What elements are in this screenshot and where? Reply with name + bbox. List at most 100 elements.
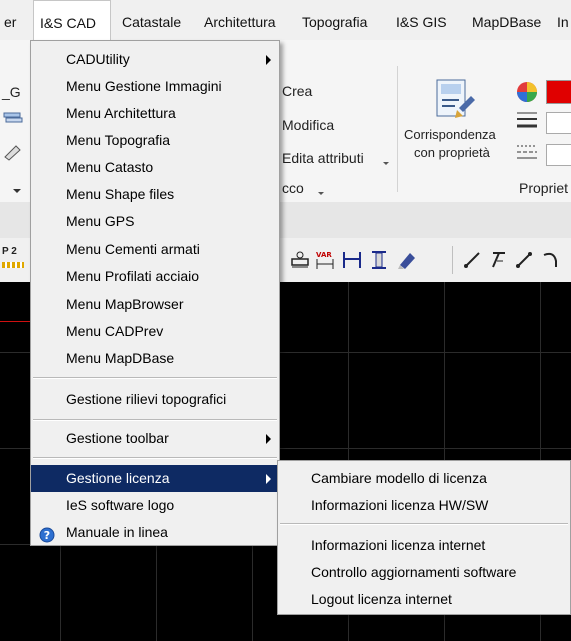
linear-dimension-icon[interactable] [341, 249, 363, 271]
var-label: VAR [316, 251, 332, 259]
menu-bar: er I&S CAD Catastale Architettura Topogr… [0, 0, 571, 41]
submenu-arrow-icon [266, 434, 271, 444]
variable-dimension-icon[interactable]: VAR [314, 249, 336, 271]
menu-item-manuale-in-linea[interactable]: ? Manuale in linea [31, 519, 279, 546]
layer-stack-icon[interactable] [2, 110, 26, 128]
vertical-dimension-icon[interactable] [368, 249, 390, 271]
ribbon-left-label: _G [2, 84, 21, 100]
menubar-item-next[interactable]: In [557, 0, 569, 40]
color-wheel-icon[interactable] [515, 80, 539, 104]
menu-item-label: Menu Shape files [66, 186, 175, 202]
toolbar-left-label: P 2 [2, 246, 17, 257]
submenu-item-label: Logout licenza internet [311, 591, 452, 607]
linetype-field[interactable] [546, 144, 571, 166]
edit-dimension-icon[interactable] [396, 249, 418, 271]
submenu-item-controllo-aggiornamenti[interactable]: Controllo aggiornamenti software [278, 559, 570, 586]
menu-item-profilati-acciaio[interactable]: Menu Profilati acciaio [31, 263, 279, 290]
menu-item-ies-software-logo[interactable]: IeS software logo [31, 492, 279, 519]
menu-item-label: Gestione toolbar [66, 430, 169, 446]
menu-item-label: Menu MapDBase [66, 350, 175, 366]
menubar-item-mapdbase[interactable]: MapDBase [472, 0, 541, 40]
menu-item-gps[interactable]: Menu GPS [31, 208, 279, 235]
menubar-item-topografia[interactable]: Topografia [302, 0, 367, 40]
layer-edit-icon[interactable] [2, 143, 26, 161]
lineweight-icon[interactable] [515, 110, 539, 130]
menu-item-label: IeS software logo [66, 497, 175, 513]
color-swatch[interactable] [546, 80, 571, 104]
menu-item-label: Gestione rilievi topografici [66, 391, 227, 407]
menu-item-label: Menu Topografia [66, 132, 171, 148]
menu-item-architettura[interactable]: Menu Architettura [31, 100, 279, 127]
svg-text:?: ? [44, 529, 50, 542]
submenu-item-label: Cambiare modello di licenza [311, 470, 487, 486]
submenu-item-label: Controllo aggiornamenti software [311, 564, 517, 580]
ribbon-modify-label[interactable]: Modifica [282, 117, 334, 133]
red-axis-line [0, 321, 30, 322]
menu-separator [33, 457, 277, 459]
menu-item-label: Menu Cementi armati [66, 241, 200, 257]
submenu-item-cambiare-modello[interactable]: Cambiare modello di licenza [278, 465, 570, 492]
menubar-item-ies-gis[interactable]: I&S GIS [396, 0, 447, 40]
menu-item-label: Menu Architettura [66, 105, 176, 121]
ies-cad-dropdown-menu: CADUtility Menu Gestione Immagini Menu A… [30, 40, 280, 546]
menu-separator [33, 419, 277, 421]
chevron-down-icon[interactable] [316, 185, 326, 195]
menu-item-gestione-toolbar[interactable]: Gestione toolbar [31, 425, 279, 452]
submenu-item-info-hw-sw[interactable]: Informazioni licenza HW/SW [278, 492, 570, 519]
menu-item-topografia[interactable]: Menu Topografia [31, 127, 279, 154]
menubar-item-prev[interactable]: er [4, 0, 16, 40]
leader-text-icon[interactable] [487, 249, 509, 271]
submenu-separator [280, 523, 568, 525]
menu-item-label: Manuale in linea [66, 524, 168, 540]
menu-item-label: Menu Profilati acciaio [66, 268, 200, 284]
menubar-item-catastale[interactable]: Catastale [122, 0, 181, 40]
menu-item-label: Menu Gestione Immagini [66, 78, 222, 94]
menu-item-label: Menu GPS [66, 213, 135, 229]
licenza-submenu: Cambiare modello di licenza Informazioni… [277, 460, 571, 615]
menu-item-mapdbase[interactable]: Menu MapDBase [31, 345, 279, 372]
menu-item-gestione-licenza[interactable]: Gestione licenza [31, 465, 279, 492]
menu-item-cementi-armati[interactable]: Menu Cementi armati [31, 236, 279, 263]
menu-item-gestione-immagini[interactable]: Menu Gestione Immagini [31, 73, 279, 100]
menu-separator [33, 377, 277, 379]
leader-icon[interactable] [461, 249, 483, 271]
chevron-down-icon[interactable] [381, 155, 391, 165]
submenu-item-logout[interactable]: Logout licenza internet [278, 586, 570, 613]
menubar-item-ies-cad-label: I&S CAD [40, 15, 97, 31]
match-properties-icon[interactable] [433, 78, 479, 124]
arrow-leader-icon[interactable] [513, 249, 535, 271]
curved-leader-icon[interactable] [540, 249, 562, 271]
menu-item-gestione-rilievi[interactable]: Gestione rilievi topografici [31, 386, 279, 413]
submenu-arrow-icon [266, 474, 271, 484]
menubar-item-ies-cad[interactable]: I&S CAD [33, 0, 111, 40]
menu-item-catasto[interactable]: Menu Catasto [31, 154, 279, 181]
menu-item-label: Gestione licenza [66, 470, 170, 486]
submenu-item-info-internet[interactable]: Informazioni licenza internet [278, 532, 570, 559]
menu-item-shape-files[interactable]: Menu Shape files [31, 181, 279, 208]
match-properties-label-line1[interactable]: Corrispondenza [404, 127, 496, 142]
submenu-item-label: Informazioni licenza HW/SW [311, 497, 489, 513]
ribbon-create-label[interactable]: Crea [282, 83, 312, 99]
chevron-down-icon[interactable] [12, 182, 22, 193]
submenu-arrow-icon [266, 55, 271, 65]
ribbon-separator [397, 66, 398, 192]
ruler-icon[interactable] [2, 262, 24, 268]
menu-item-cadutility[interactable]: CADUtility [31, 46, 279, 73]
menubar-item-architettura[interactable]: Architettura [204, 0, 276, 40]
match-properties-label-line2[interactable]: con proprietà [414, 145, 490, 160]
help-icon: ? [39, 525, 55, 543]
menu-item-mapbrowser[interactable]: Menu MapBrowser [31, 291, 279, 318]
menu-item-label: CADUtility [66, 51, 130, 67]
lineweight-field[interactable] [546, 112, 571, 134]
toolbar-separator [452, 246, 453, 274]
ribbon-properties-label: Propriet [519, 180, 569, 196]
menu-item-label: Menu MapBrowser [66, 296, 184, 312]
submenu-item-label: Informazioni licenza internet [311, 537, 486, 553]
measure-icon[interactable] [289, 249, 311, 271]
menu-item-cadprev[interactable]: Menu CADPrev [31, 318, 279, 345]
ribbon-edit-attributes-label[interactable]: Edita attributi [282, 150, 364, 166]
menu-item-label: Menu Catasto [66, 159, 154, 175]
linetype-icon[interactable] [515, 142, 539, 162]
menu-item-label: Menu CADPrev [66, 323, 164, 339]
ribbon-block-label[interactable]: cco [282, 180, 304, 196]
